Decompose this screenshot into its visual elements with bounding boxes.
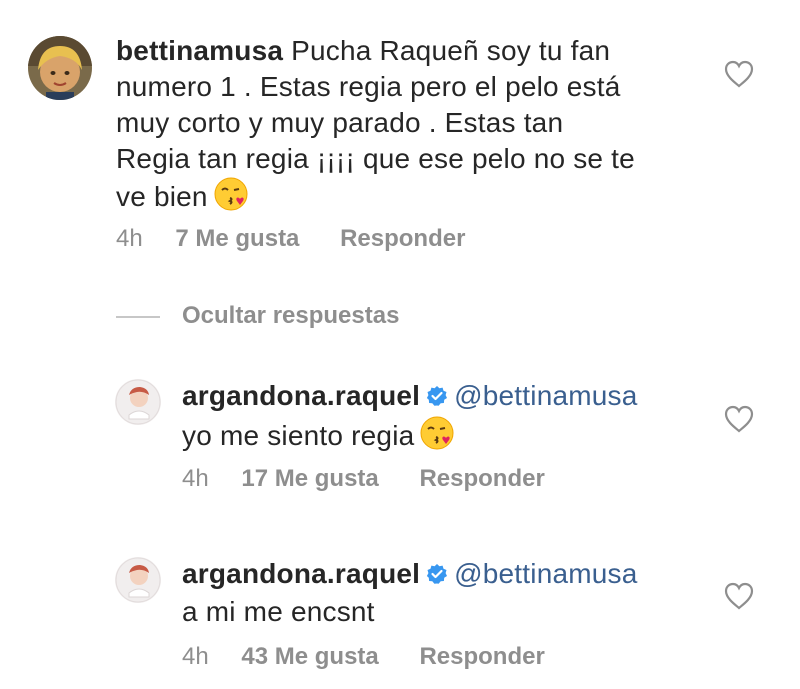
reply-likes[interactable]: 43 Me gusta bbox=[241, 643, 378, 670]
reply-button[interactable]: Responder bbox=[419, 643, 544, 670]
comment-meta: 4h 7 Me gusta Responder bbox=[116, 225, 465, 253]
heart-outline-icon[interactable] bbox=[724, 582, 754, 610]
heart-outline-icon[interactable] bbox=[724, 60, 754, 88]
reply-button[interactable]: Responder bbox=[340, 225, 465, 252]
reply-likes[interactable]: 17 Me gusta bbox=[241, 465, 378, 492]
comment-line-1: bettinamusa Pucha Raqueñ soy tu fan bbox=[116, 33, 676, 69]
avatar[interactable] bbox=[115, 379, 161, 425]
reply-body: argandona.raquel @bettinamusa a mi me en… bbox=[182, 556, 702, 630]
reply-body: argandona.raquel @bettinamusa yo me sien… bbox=[182, 378, 702, 459]
verified-badge-icon bbox=[426, 558, 448, 594]
avatar[interactable] bbox=[115, 557, 161, 603]
comment-username[interactable]: bettinamusa bbox=[116, 35, 283, 66]
replies-divider bbox=[116, 316, 160, 318]
reply-text-line: yo me siento regia bbox=[182, 416, 702, 459]
verified-badge-icon bbox=[426, 380, 448, 416]
reply-button[interactable]: Responder bbox=[419, 465, 544, 492]
comment-text-line: muy corto y muy parado . Estas tan bbox=[116, 107, 564, 138]
comment-text-line: Pucha Raqueñ soy tu fan bbox=[291, 35, 611, 66]
kissing-face-emoji bbox=[214, 177, 248, 220]
avatar[interactable] bbox=[28, 36, 92, 100]
comment-text-line: numero 1 . Estas regia pero el pelo está bbox=[116, 71, 621, 102]
reply-username[interactable]: argandona.raquel bbox=[182, 558, 420, 589]
comment-likes[interactable]: 7 Me gusta bbox=[175, 225, 299, 252]
reply-text: a mi me encsnt bbox=[182, 595, 375, 627]
kissing-face-emoji bbox=[420, 416, 454, 459]
hide-replies-button[interactable]: Ocultar respuestas bbox=[182, 302, 399, 330]
reply-header: argandona.raquel @bettinamusa bbox=[182, 556, 702, 594]
reply-meta: 4h 43 Me gusta Responder bbox=[182, 643, 545, 671]
comment-text-line: ve bien bbox=[116, 180, 208, 212]
heart-outline-icon[interactable] bbox=[724, 405, 754, 433]
comment-time: 4h bbox=[116, 225, 143, 252]
mention-link[interactable]: @bettinamusa bbox=[454, 558, 637, 589]
reply-time: 4h bbox=[182, 465, 209, 492]
reply-meta: 4h 17 Me gusta Responder bbox=[182, 465, 545, 493]
reply-header: argandona.raquel @bettinamusa bbox=[182, 378, 702, 416]
comment-text-line: Regia tan regia ¡¡¡¡ que ese pelo no se … bbox=[116, 143, 635, 174]
mention-link[interactable]: @bettinamusa bbox=[454, 380, 637, 411]
comment-body: bettinamusa Pucha Raqueñ soy tu fan nume… bbox=[116, 33, 676, 220]
reply-time: 4h bbox=[182, 643, 209, 670]
reply-text: yo me siento regia bbox=[182, 419, 415, 451]
reply-username[interactable]: argandona.raquel bbox=[182, 380, 420, 411]
comment-last-line: ve bien bbox=[116, 177, 676, 220]
